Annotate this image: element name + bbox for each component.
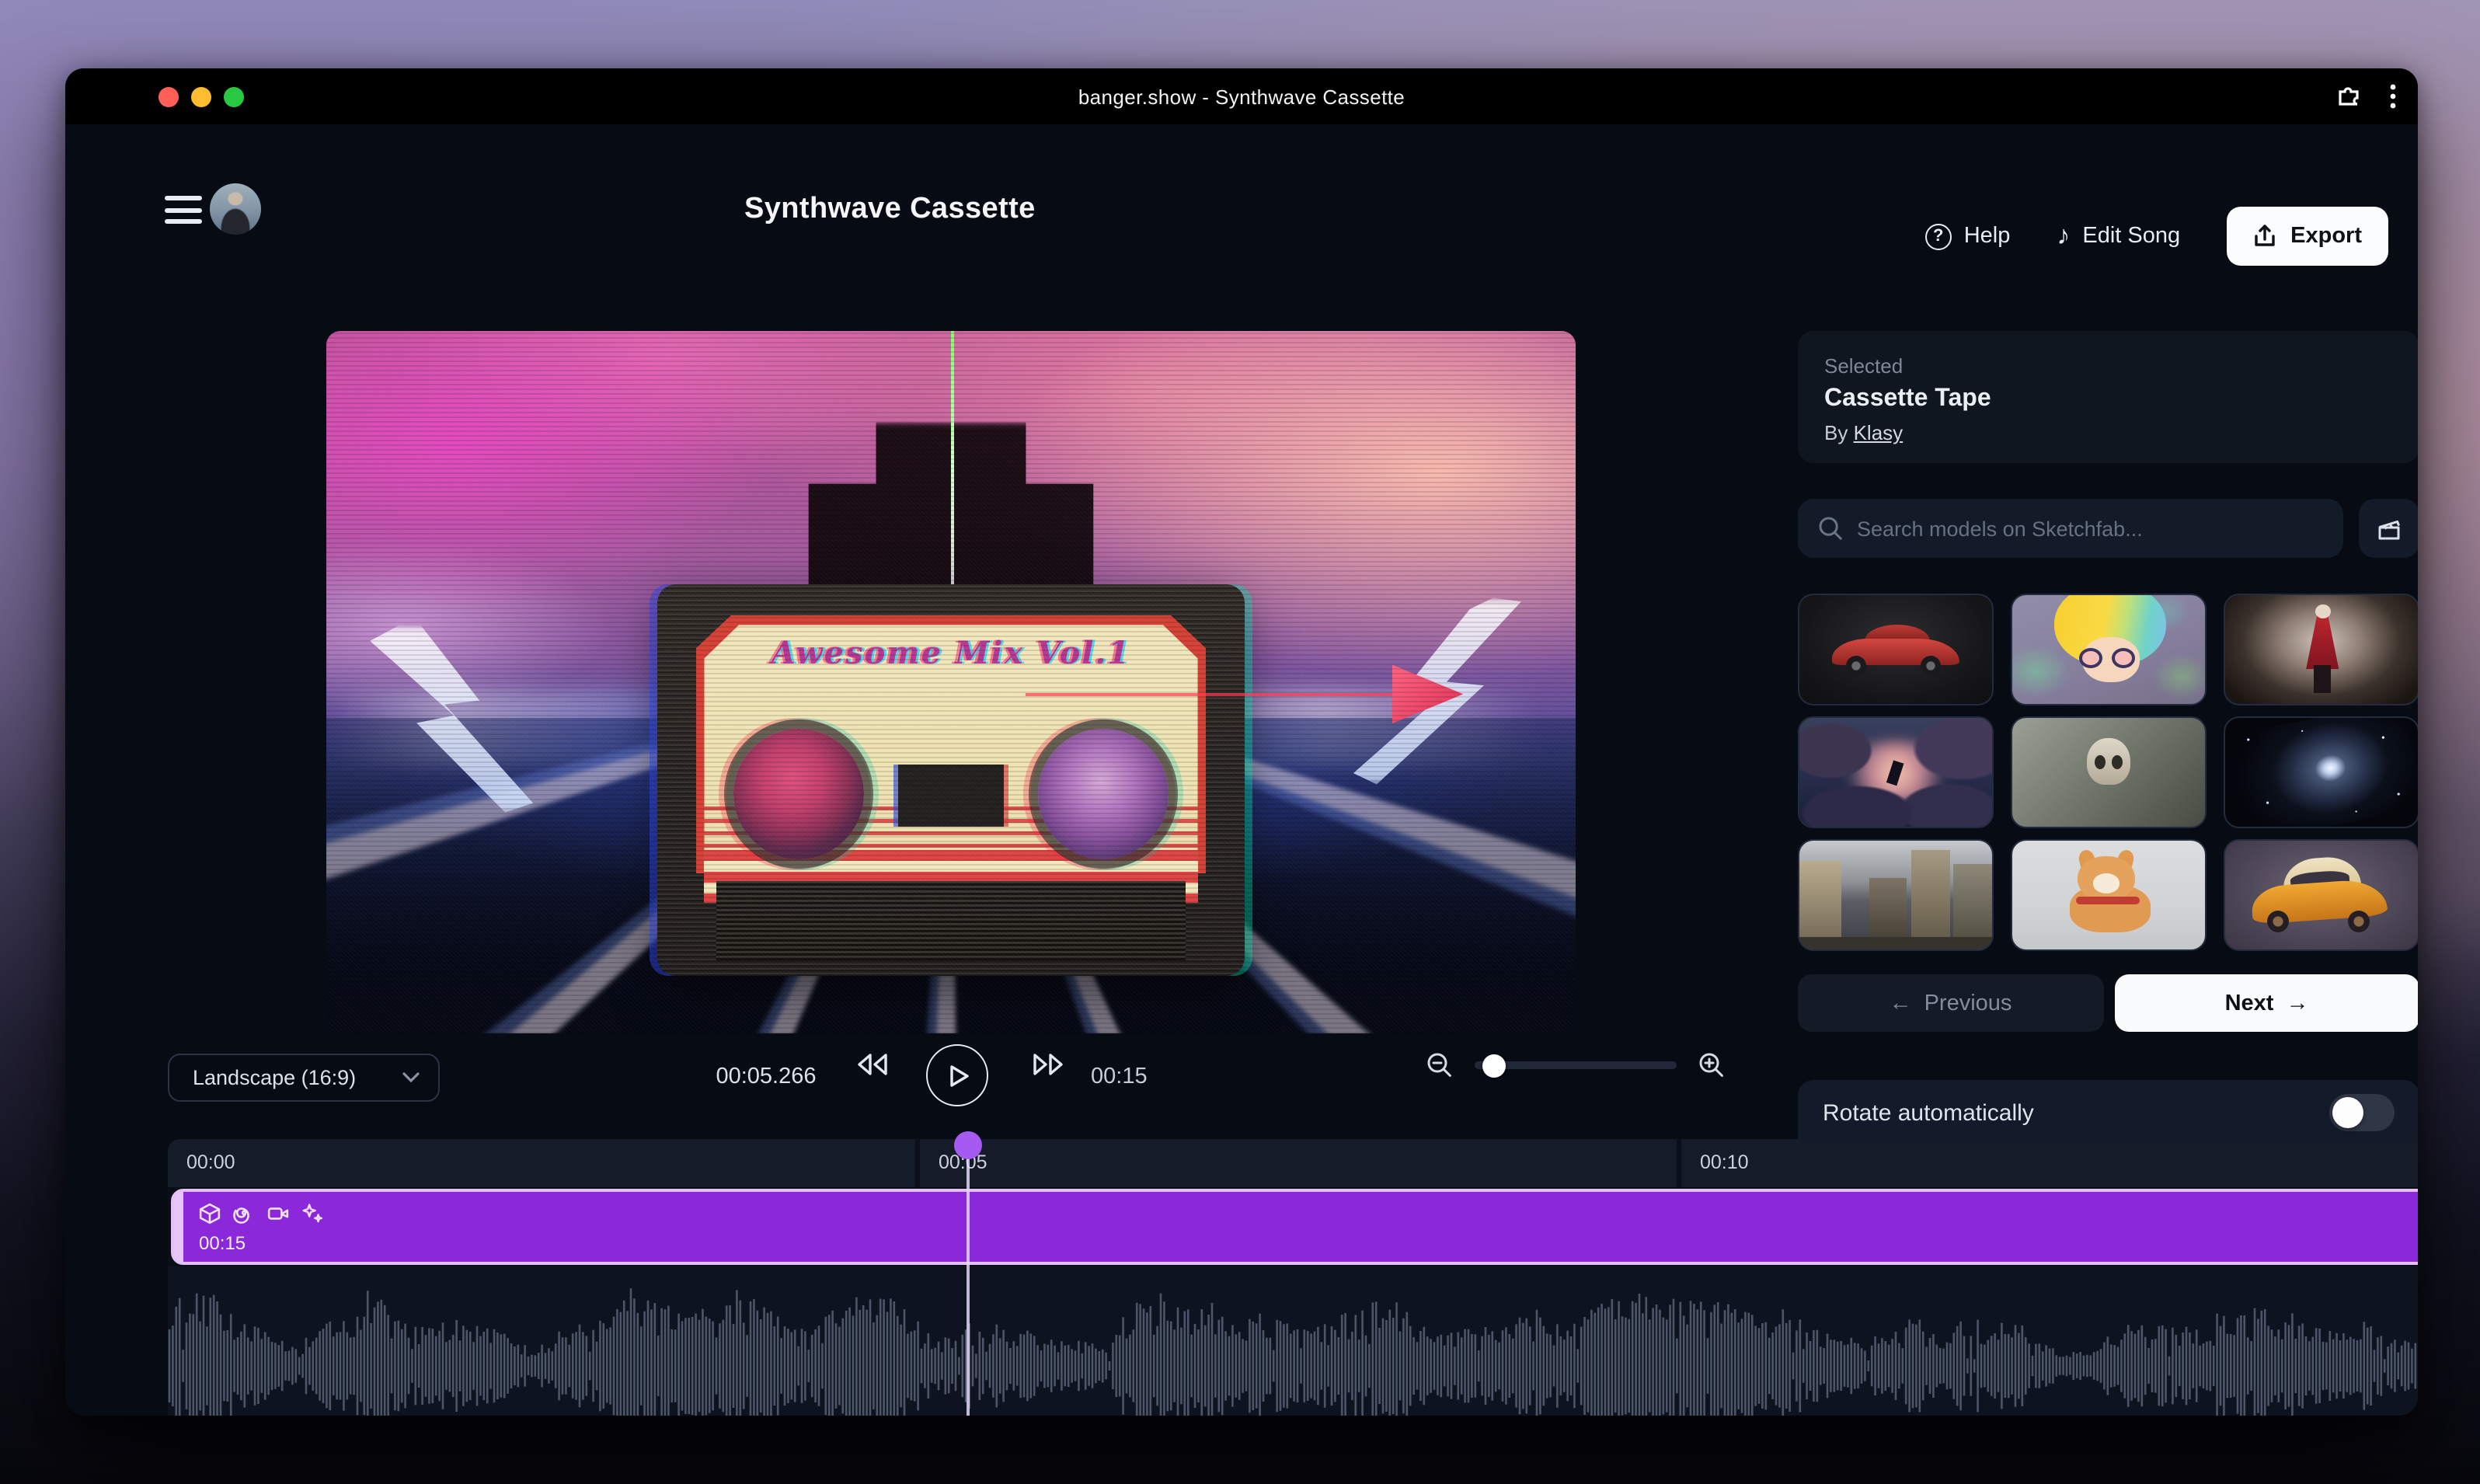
aspect-ratio-select[interactable]: Landscape (16:9) xyxy=(168,1054,440,1102)
aspect-ratio-value: Landscape (16:9) xyxy=(193,1066,402,1089)
ruler-label: 00:00 xyxy=(186,1151,235,1173)
video-camera-icon xyxy=(267,1203,289,1224)
model-thumbnail-skull[interactable] xyxy=(2011,716,2207,828)
timeline-track: 00:15 xyxy=(168,1187,2418,1266)
toggle-knob xyxy=(2332,1097,2363,1128)
arrow-right-icon: → xyxy=(2286,991,2308,1015)
model-thumbnail-anime-girl[interactable] xyxy=(2011,594,2207,705)
model-thumbnail-vintage-toy-car[interactable] xyxy=(2224,839,2418,951)
model-search-box xyxy=(1798,499,2343,558)
selected-eyebrow: Selected xyxy=(1824,354,2393,378)
zoom-out-icon xyxy=(1426,1052,1453,1078)
clapperboard-icon xyxy=(2376,515,2402,542)
previous-button[interactable]: ← Previous xyxy=(1798,974,2103,1032)
edit-song-label: Edit Song xyxy=(2082,224,2180,249)
model-thumbnail-red-sports-car[interactable] xyxy=(1798,594,1994,705)
timeline-zoom-controls xyxy=(1426,1052,1725,1078)
zoom-slider-knob[interactable] xyxy=(1482,1054,1506,1077)
rewind-button[interactable] xyxy=(855,1052,889,1077)
chevron-down-icon xyxy=(402,1072,420,1083)
zoom-slider[interactable] xyxy=(1475,1061,1677,1069)
fast-forward-button[interactable] xyxy=(1032,1052,1066,1077)
app-window: banger.show - Synthwave Cassette xyxy=(65,68,2418,1416)
music-note-icon: ♪ xyxy=(2057,221,2070,252)
avatar[interactable] xyxy=(210,183,261,235)
app-header: Synthwave Cassette ? Help ♪ Edit Song xyxy=(65,124,2418,236)
timeline-clip[interactable]: 00:15 xyxy=(171,1189,2418,1265)
play-icon xyxy=(949,1064,970,1087)
preview-canvas[interactable]: Awesome Mix Vol.1 xyxy=(326,331,1576,1033)
export-button[interactable]: Export xyxy=(2227,207,2388,266)
selected-author-line: By Klasy xyxy=(1824,421,2393,444)
rotate-toggle[interactable] xyxy=(2329,1094,2395,1131)
model-thumbnail-grid xyxy=(1798,594,2418,951)
selected-model-name: Cassette Tape xyxy=(1824,385,2393,413)
next-button[interactable]: Next → xyxy=(2114,974,2418,1032)
zoom-in-button[interactable] xyxy=(1698,1052,1725,1078)
spiral-icon xyxy=(233,1203,255,1224)
next-label: Next xyxy=(2225,991,2274,1015)
rotate-setting-card: Rotate automatically xyxy=(1798,1080,2418,1145)
scanline-grain-overlay xyxy=(326,331,1576,1033)
rewind-icon xyxy=(855,1052,889,1077)
model-thumbnail-fantasy-red-witch[interactable] xyxy=(2224,594,2418,705)
play-button[interactable] xyxy=(926,1044,988,1106)
title-bar: banger.show - Synthwave Cassette xyxy=(65,68,2418,124)
timeline-ruler[interactable]: 00:00 00:05 00:10 xyxy=(168,1139,2418,1187)
cube-3d-icon xyxy=(199,1203,221,1224)
ruler-label: 00:10 xyxy=(1700,1151,1749,1173)
sparkles-icon xyxy=(301,1203,323,1224)
page-title: Synthwave Cassette xyxy=(744,193,1036,227)
clapperboard-button[interactable] xyxy=(2359,499,2418,558)
model-thumbnail-spiral-galaxy[interactable] xyxy=(2224,716,2418,828)
arrow-left-icon: ← xyxy=(1890,991,1912,1015)
model-thumbnail-shiba-inu-dog[interactable] xyxy=(2011,839,2207,951)
window-title: banger.show - Synthwave Cassette xyxy=(65,85,2418,108)
search-input[interactable] xyxy=(1857,517,2343,540)
rotate-label: Rotate automatically xyxy=(1823,1099,2329,1126)
edit-song-button[interactable]: ♪ Edit Song xyxy=(2057,221,2180,252)
help-button[interactable]: ? Help xyxy=(1925,223,2011,249)
help-icon: ? xyxy=(1925,223,1952,249)
selected-author-link[interactable]: Klasy xyxy=(1854,421,1904,444)
clip-duration: 00:15 xyxy=(199,1232,246,1254)
playhead[interactable] xyxy=(954,1131,982,1159)
help-label: Help xyxy=(1964,224,2011,249)
model-thumbnail-angel-in-storm-clouds[interactable] xyxy=(1798,716,1994,828)
desktop-wallpaper: banger.show - Synthwave Cassette xyxy=(0,0,2480,1484)
zoom-out-button[interactable] xyxy=(1426,1052,1453,1078)
zoom-in-icon xyxy=(1698,1052,1725,1078)
total-duration: 00:15 xyxy=(1091,1064,1148,1089)
current-time: 00:05.266 xyxy=(695,1064,838,1089)
hamburger-menu-button[interactable] xyxy=(165,196,202,224)
browser-menu-kebab-icon[interactable] xyxy=(2390,84,2396,109)
audio-waveform[interactable] xyxy=(168,1266,2418,1416)
export-icon xyxy=(2253,224,2276,249)
search-icon xyxy=(1818,516,1843,541)
model-search-row xyxy=(1798,499,2418,558)
export-label: Export xyxy=(2290,224,2362,249)
previous-label: Previous xyxy=(1924,991,2012,1015)
timeline: 00:00 00:05 00:10 00:15 xyxy=(168,1139,2418,1416)
ruler-tick xyxy=(1677,1139,1681,1187)
model-thumbnail-abandoned-city[interactable] xyxy=(1798,839,1994,951)
fast-forward-icon xyxy=(1032,1052,1066,1077)
ruler-tick xyxy=(915,1139,920,1187)
clip-trim-handle-left[interactable] xyxy=(174,1192,183,1262)
playback-controls: Landscape (16:9) 00:05.266 00:15 xyxy=(65,1033,1759,1120)
pagination-row: ← Previous Next → xyxy=(1798,974,2418,1032)
clip-feature-icons xyxy=(199,1203,323,1224)
selected-model-card: Selected Cassette Tape By Klasy xyxy=(1798,331,2418,463)
extensions-puzzle-icon[interactable] xyxy=(2335,83,2362,110)
